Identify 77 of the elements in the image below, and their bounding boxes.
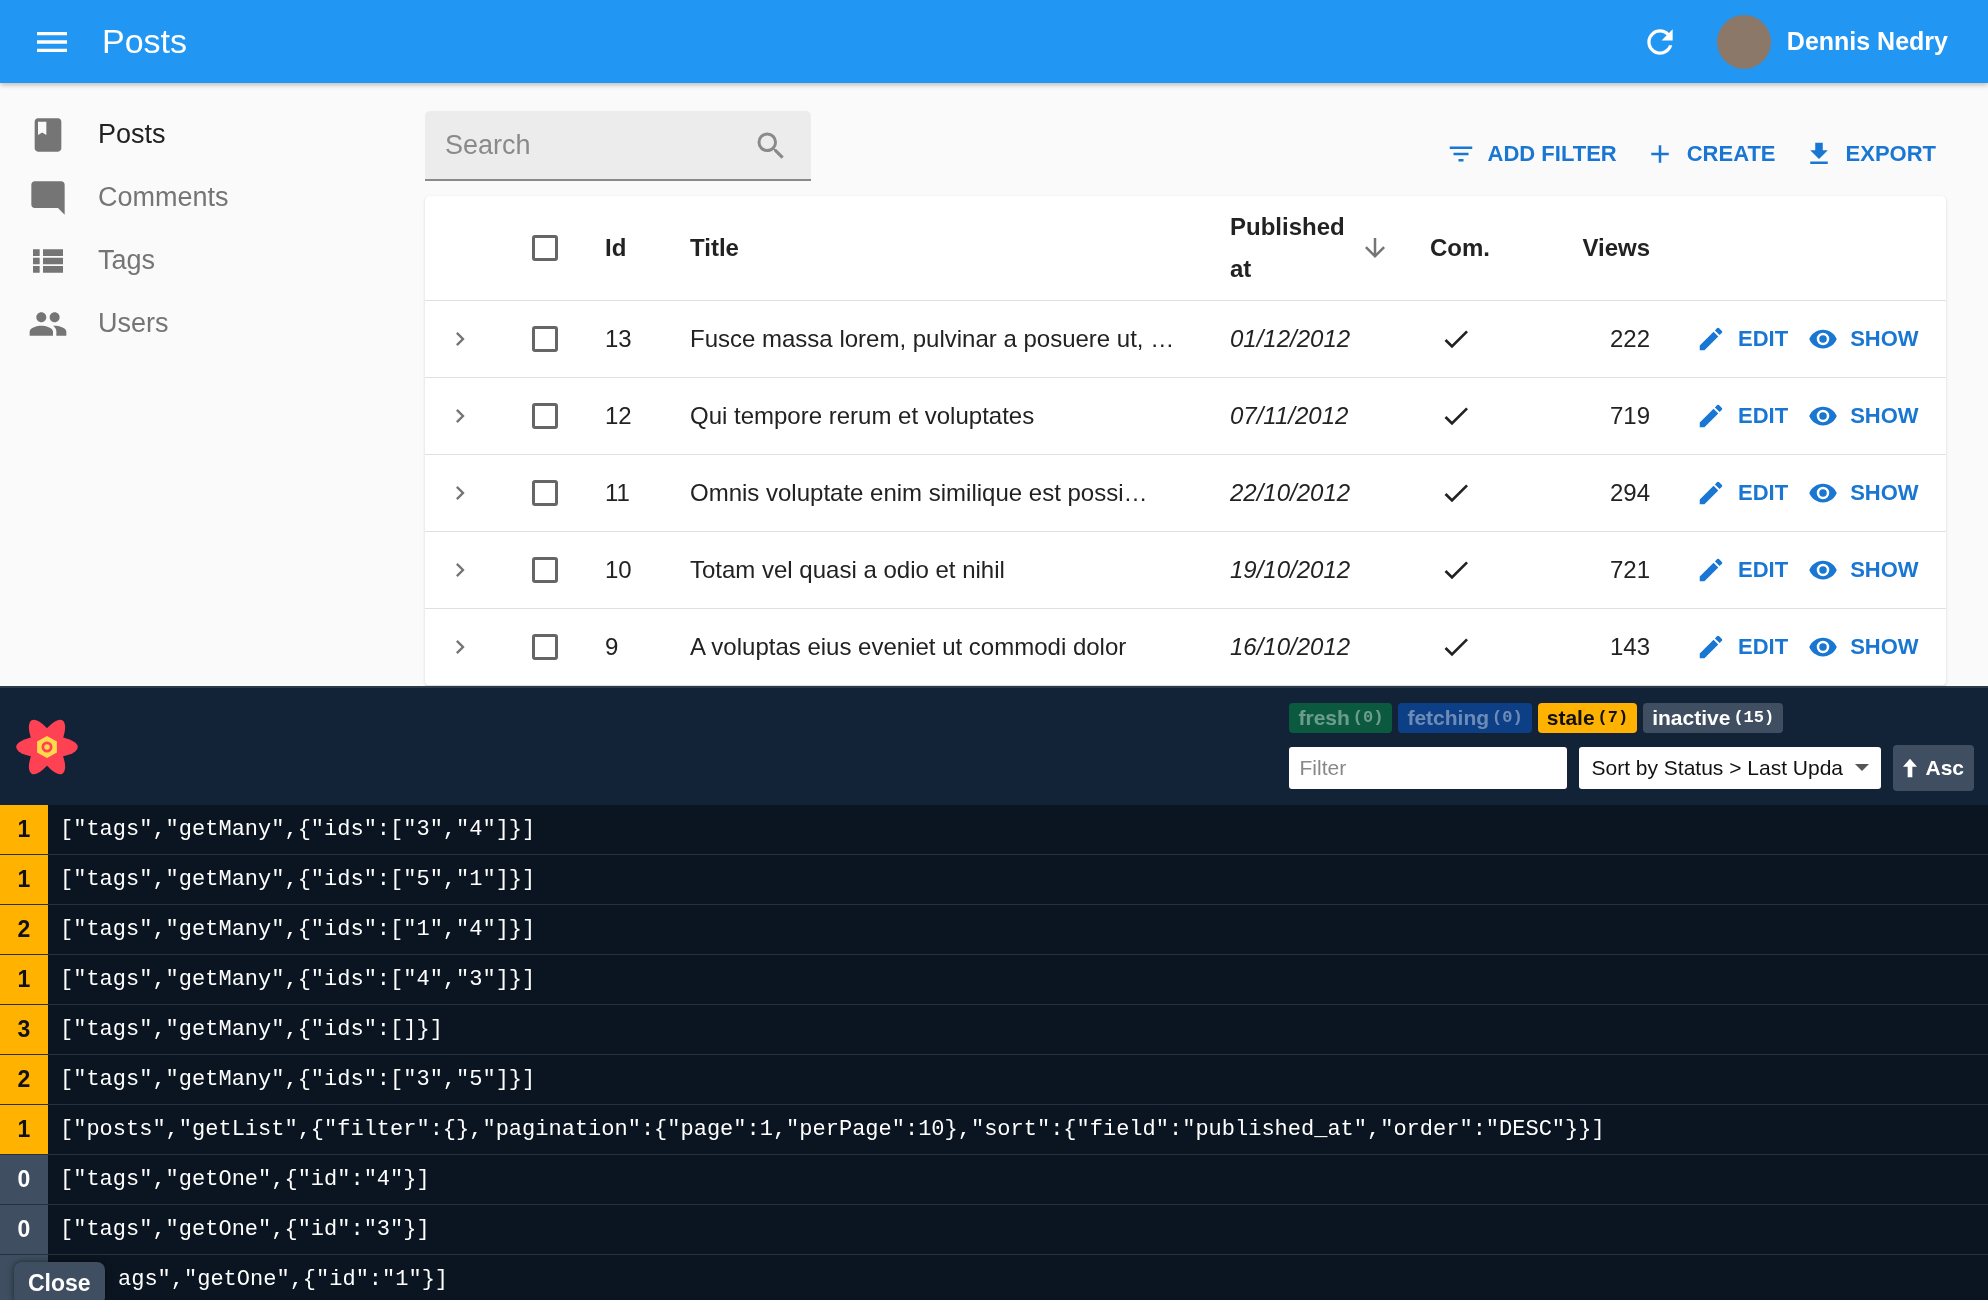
column-header[interactable]: Id: [595, 227, 680, 269]
query-key[interactable]: ["tags","getOne",{"id":"3"}]: [48, 1205, 430, 1254]
checkbox[interactable]: [532, 480, 558, 506]
checkbox[interactable]: [532, 634, 558, 660]
sort-dropdown[interactable]: Sort by Status > Last Upda: [1579, 746, 1882, 789]
checkbox[interactable]: [532, 326, 558, 352]
toolbar-button[interactable]: EXPORT: [1793, 131, 1946, 177]
show-button[interactable]: SHOW: [1802, 551, 1925, 589]
show-button[interactable]: SHOW: [1802, 397, 1925, 435]
query-key[interactable]: ["tags","getMany",{"ids":["4","3"]}]: [48, 955, 536, 1004]
table-cell-text: Omnis voluptate enim similique est possi…: [689, 479, 1149, 507]
table-cell-text: 11: [604, 479, 631, 507]
close-button[interactable]: Close: [14, 1262, 105, 1300]
table-cell-text: 12: [604, 402, 633, 430]
checkbox[interactable]: [532, 403, 558, 429]
table-cell-text: 22/10/2012: [1229, 479, 1352, 507]
query-count: 0: [0, 1155, 48, 1204]
toolbar-button[interactable]: CREATE: [1634, 131, 1786, 177]
edit-button[interactable]: EDIT: [1690, 551, 1795, 589]
table-cell-text: 13: [604, 325, 633, 353]
sidebar-item[interactable]: Posts: [0, 103, 425, 166]
table-cell-text: 222: [1608, 325, 1650, 353]
table-cell-text: A voluptas eius eveniet ut commodi dolor: [689, 633, 1128, 661]
query-count: 2: [0, 905, 48, 954]
column-header[interactable]: Title: [680, 227, 1220, 269]
table-cell-text: 143: [1608, 633, 1650, 661]
edit-button[interactable]: EDIT: [1690, 397, 1795, 435]
table-cell-text: 01/12/2012: [1229, 325, 1352, 353]
query-key[interactable]: ["tags","getOne",{"id":"4"}]: [48, 1155, 430, 1204]
query-count: 1: [0, 855, 48, 904]
status-badge[interactable]: stale(7): [1537, 702, 1638, 733]
query-count: 1: [0, 1105, 48, 1154]
checkbox[interactable]: [532, 235, 558, 261]
query-count: 3: [0, 1005, 48, 1054]
query-key[interactable]: ags","getOne",{"id":"1"}]: [114, 1255, 449, 1300]
arrow-up-icon: [1903, 757, 1918, 778]
sidebar-item[interactable]: Users: [0, 292, 425, 355]
app-title: Posts: [102, 22, 188, 61]
checkbox[interactable]: [532, 557, 558, 583]
sidebar-item[interactable]: Tags: [0, 229, 425, 292]
table-cell-text: Qui tempore rerum et voluptates: [689, 402, 1036, 430]
search-field[interactable]: Search: [425, 111, 811, 181]
table-cell-text: Totam vel quasi a odio et nihil: [689, 556, 1006, 584]
query-count: 2: [0, 1055, 48, 1104]
toolbar-button[interactable]: ADD FILTER: [1435, 131, 1627, 177]
edit-button[interactable]: EDIT: [1690, 628, 1795, 666]
show-button[interactable]: SHOW: [1802, 628, 1925, 666]
table-cell-text: 19/10/2012: [1229, 556, 1352, 584]
table-cell-text: 9: [604, 633, 620, 661]
sidebar-item[interactable]: Comments: [0, 166, 425, 229]
table-cell-text: 07/11/2012: [1229, 402, 1350, 430]
caret-icon: [1855, 764, 1870, 771]
table-cell-text: 10: [604, 556, 633, 584]
table-cell-text: 16/10/2012: [1229, 633, 1352, 661]
query-count: 0: [0, 1205, 48, 1254]
column-header[interactable]: Published at: [1220, 206, 1420, 290]
filter-field[interactable]: Filter: [1289, 746, 1568, 789]
column-header[interactable]: Com.: [1420, 227, 1530, 269]
status-badge[interactable]: inactive(15): [1643, 702, 1784, 733]
table-cell-text: 294: [1608, 479, 1650, 507]
table-cell-text: 721: [1608, 556, 1650, 584]
query-count: 1: [0, 805, 48, 854]
table-cell-text: Fusce massa lorem, pulvinar a posuere ut, …: [689, 325, 1176, 353]
edit-button[interactable]: EDIT: [1690, 320, 1795, 358]
column-header[interactable]: Views: [1530, 227, 1650, 269]
query-key[interactable]: ["tags","getMany",{"ids":["1","4"]}]: [48, 905, 536, 954]
edit-button[interactable]: EDIT: [1690, 474, 1795, 512]
query-key[interactable]: ["posts","getList",{"filter":{},"pagination":{"page":1,"perPage":10},"sort":{"field":"published_at","order":"DESC"}}]: [48, 1105, 1605, 1154]
query-key[interactable]: ["tags","getMany",{"ids":[]}]: [48, 1005, 443, 1054]
sort-order-button[interactable]: Asc: [1893, 744, 1974, 791]
table-cell-text: 719: [1608, 402, 1650, 430]
show-button[interactable]: SHOW: [1802, 474, 1925, 512]
query-key[interactable]: ["tags","getMany",{"ids":["3","4"]}]: [48, 805, 536, 854]
query-key[interactable]: ["tags","getMany",{"ids":["3","5"]}]: [48, 1055, 536, 1104]
show-button[interactable]: SHOW: [1802, 320, 1925, 358]
query-count: 1: [0, 955, 48, 1004]
query-key[interactable]: ["tags","getMany",{"ids":["5","1"]}]: [48, 855, 536, 904]
